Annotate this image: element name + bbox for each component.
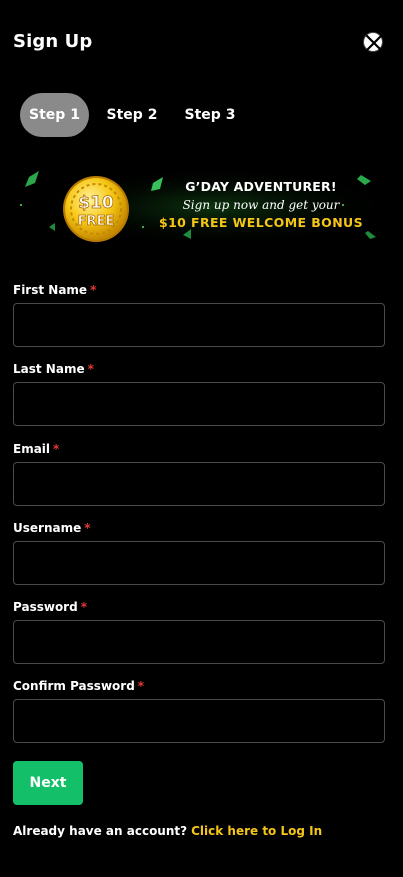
close-button[interactable] [363,32,383,52]
welcome-bonus-banner: $10 FREE G’DAY ADVENTURER! Sign up now a… [13,165,390,247]
login-prompt-text: Already have an account? [13,824,188,838]
page-title: Sign Up [13,31,93,52]
required-mark: * [53,442,60,456]
username-label-text: Username [13,521,82,535]
confirm-password-input[interactable] [13,699,385,743]
banner-text: G’DAY ADVENTURER! Sign up now and get yo… [141,179,381,230]
modal-header: Sign Up [0,0,403,88]
email-input[interactable] [13,462,385,506]
coin-graphic: $10 FREE [58,174,134,244]
email-label-text: Email [13,442,51,456]
login-link[interactable]: Click here to Log In [191,824,322,838]
login-prompt: Already have an account? Click here to Lo… [13,824,322,838]
first-name-label: First Name * [13,283,96,297]
password-input[interactable] [13,620,385,664]
step-tabs: Step 1 Step 2 Step 3 [20,93,400,137]
required-mark: * [87,362,94,376]
last-name-input[interactable] [13,382,385,426]
email-label: Email * [13,442,59,456]
banner-bonus: $10 FREE WELCOME BONUS [158,215,364,230]
next-button[interactable]: Next [13,761,83,805]
coin-amount: $10 [78,193,114,213]
banner-headline: G’DAY ADVENTURER! [185,179,337,194]
confirm-password-label: Confirm Password * [13,679,144,693]
tab-step-2[interactable]: Step 2 [102,93,162,137]
gold-coin-icon: $10 FREE [63,176,129,242]
required-mark: * [84,521,91,535]
password-label: Password * [13,600,87,614]
first-name-label-text: First Name [13,283,88,297]
required-mark: * [80,600,87,614]
coin-free: FREE [78,214,115,229]
banner-subline: Sign up now and get your [182,198,340,212]
required-mark: * [137,679,145,693]
username-input[interactable] [13,541,385,585]
last-name-label: Last Name * [13,362,94,376]
tab-step-3[interactable]: Step 3 [180,93,240,137]
username-label: Username * [13,521,91,535]
tab-step-1[interactable]: Step 1 [20,93,89,137]
password-label-text: Password [13,600,78,614]
confirm-password-label-text: Confirm Password [13,679,135,693]
first-name-input[interactable] [13,303,385,347]
close-icon [365,34,383,52]
required-mark: * [90,283,97,297]
last-name-label-text: Last Name [13,362,85,376]
